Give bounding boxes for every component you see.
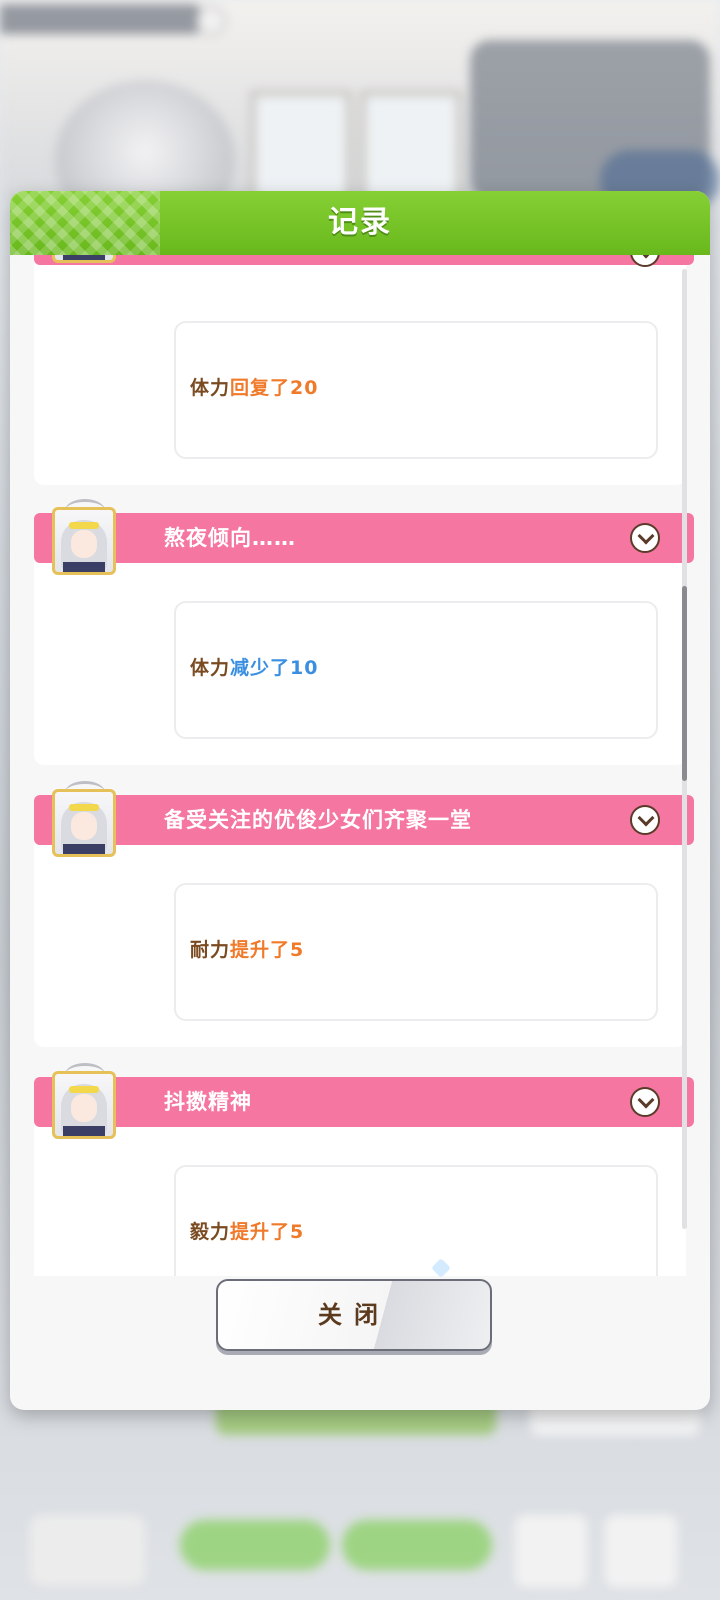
character-portrait [52, 789, 116, 857]
entry-header[interactable] [34, 255, 694, 267]
scrollbar-thumb[interactable] [682, 586, 687, 781]
effect-box: 耐力提升了5 [174, 883, 658, 1021]
close-button[interactable]: 关闭 [216, 1279, 492, 1351]
character-portrait [52, 507, 116, 575]
chevron-down-icon[interactable] [630, 805, 660, 835]
chevron-down-icon[interactable] [630, 1087, 660, 1117]
dialog-header: 记录 [10, 191, 710, 255]
effect-text: 耐力提升了5 [190, 935, 304, 962]
character-portrait [52, 255, 116, 263]
stat-name: 体力 [190, 377, 231, 399]
stat-change: 提升了5 [230, 939, 305, 961]
stat-change: 提升了5 [230, 1221, 305, 1243]
entry-title: 抖擞精神 [164, 1090, 252, 1114]
entry-title: 备受关注的优俊少女们齐聚一堂 [164, 808, 472, 832]
effect-text: 毅力提升了5 [190, 1217, 304, 1244]
dialog-title: 记录 [328, 205, 392, 240]
effect-box: 体力回复了20 [174, 321, 658, 459]
entry-header[interactable]: 熬夜倾向…… [34, 513, 694, 563]
effect-box: 体力减少了10 [174, 601, 658, 739]
stat-name: 耐力 [190, 939, 231, 961]
entry-header[interactable]: 抖擞精神 [34, 1077, 694, 1127]
stat-name: 毅力 [190, 1221, 231, 1243]
entry-header[interactable]: 备受关注的优俊少女们齐聚一堂 [34, 795, 694, 845]
stat-change: 减少了10 [230, 657, 319, 679]
stat-name: 体力 [190, 657, 231, 679]
record-dialog: 记录 体力回复了20 熬夜倾向…… 体力减少了10 备受关注的优俊少女们齐聚一堂… [10, 191, 710, 1410]
record-list[interactable]: 体力回复了20 熬夜倾向…… 体力减少了10 备受关注的优俊少女们齐聚一堂 耐力… [16, 255, 696, 1276]
stat-change: 回复了20 [230, 377, 319, 399]
effect-text: 体力回复了20 [190, 373, 318, 400]
character-portrait [52, 1071, 116, 1139]
close-button-label: 关闭 [318, 1301, 390, 1329]
effect-text: 体力减少了10 [190, 653, 318, 680]
effect-box: 毅力提升了5 [174, 1165, 658, 1276]
chevron-down-icon[interactable] [630, 523, 660, 553]
entry-title: 熬夜倾向…… [164, 526, 296, 550]
